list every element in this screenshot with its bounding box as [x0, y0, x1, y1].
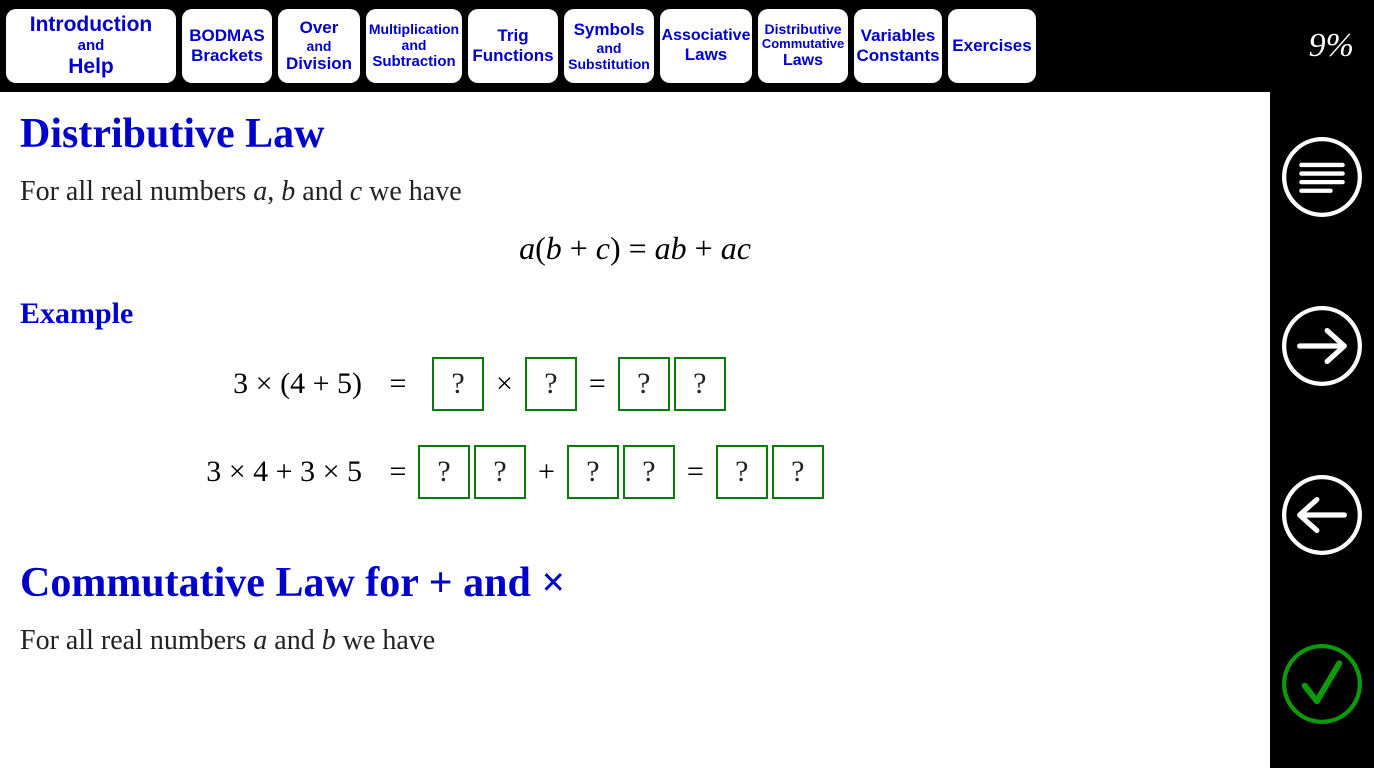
text: and [267, 625, 321, 656]
tab-bodmas-brackets[interactable]: BODMAS Brackets [182, 9, 272, 83]
tab-label: Substitution [568, 56, 650, 72]
back-button[interactable] [1270, 430, 1374, 599]
progress-percent: 9% [1309, 27, 1366, 65]
arrow-left-icon [1279, 472, 1365, 558]
tab-label: Laws [783, 52, 823, 70]
equals: = [380, 367, 416, 401]
intro-text-2: For all real numbers a and b we have [20, 625, 1250, 657]
arrow-right-icon [1279, 303, 1365, 389]
times-op: × [496, 367, 513, 401]
answer-box[interactable]: ? [474, 445, 526, 499]
tab-label: Over [300, 18, 339, 38]
tab-variables-constants[interactable]: Variables Constants [854, 9, 942, 83]
answer-box[interactable]: ? [567, 445, 619, 499]
text: Commutative Law for [20, 560, 429, 606]
tab-label: Variables [861, 26, 936, 46]
lhs: 3 × 4 + 3 × 5 [160, 455, 380, 489]
right-sidebar [1270, 92, 1374, 768]
menu-lines-icon [1279, 134, 1365, 220]
example-row-2: 3 × 4 + 3 × 5 = ? ? + ? ? = ? ? [160, 445, 1250, 499]
equals: = [380, 455, 416, 489]
var-b: b [281, 176, 295, 207]
tab-label: Constants [856, 46, 939, 66]
tab-label: Commutative [762, 37, 844, 52]
tab-label: Help [68, 55, 114, 79]
tab-label: Associative [662, 27, 751, 45]
answer-box[interactable]: ? [618, 357, 670, 411]
tab-label: Brackets [191, 46, 263, 66]
section-title-distributive: Distributive Law [20, 110, 1250, 158]
tab-symbols-substitution[interactable]: Symbols and Substitution [564, 9, 654, 83]
top-tab-bar: Introduction and Help BODMAS Brackets Ov… [0, 0, 1374, 92]
text: For all real numbers [20, 625, 253, 656]
check-icon [1279, 641, 1365, 727]
answer-box[interactable]: ? [623, 445, 675, 499]
tab-label: Multiplication [369, 21, 459, 37]
var-c: c [350, 176, 362, 207]
tab-label: Subtraction [372, 53, 455, 70]
var-b: b [322, 625, 336, 656]
answer-box[interactable]: ? [418, 445, 470, 499]
answer-box[interactable]: ? [716, 445, 768, 499]
tab-label: and [78, 37, 105, 54]
equals: = [687, 455, 704, 489]
tab-exercises[interactable]: Exercises [948, 9, 1036, 83]
tab-label: and [402, 37, 427, 53]
lhs: 3 × (4 + 5) [160, 367, 380, 401]
example-row-1: 3 × (4 + 5) = ? × ? = ? ? [160, 357, 1250, 411]
tab-label: Exercises [952, 36, 1031, 56]
distributive-formula: a(b + c) = ab + ac [20, 230, 1250, 267]
answer-box[interactable]: ? [674, 357, 726, 411]
text: For all real numbers [20, 176, 253, 207]
content-area: Distributive Law For all real numbers a,… [0, 92, 1270, 768]
times-symbol: × [541, 560, 565, 606]
tab-label: and [597, 40, 622, 56]
tab-label: BODMAS [189, 26, 265, 46]
tab-label: Introduction [30, 13, 152, 37]
plus-symbol: + [429, 560, 453, 606]
text: and [295, 176, 349, 207]
var-a: a [253, 625, 267, 656]
answer-box[interactable]: ? [525, 357, 577, 411]
text: and [453, 560, 542, 606]
next-button[interactable] [1270, 261, 1374, 430]
tab-multiplication-subtraction[interactable]: Multiplication and Subtraction [366, 9, 462, 83]
var-a: a [253, 176, 267, 207]
text: we have [362, 176, 462, 207]
section-title-commutative: Commutative Law for + and × [20, 559, 1250, 607]
tab-label: Distributive [765, 21, 842, 37]
tab-label: Symbols [574, 20, 645, 40]
tab-label: Trig [497, 26, 528, 46]
tab-associative-laws[interactable]: Associative Laws [660, 9, 752, 83]
tab-trig-functions[interactable]: Trig Functions [468, 9, 558, 83]
text: we have [336, 625, 436, 656]
tab-label: Laws [685, 45, 728, 65]
tab-introduction[interactable]: Introduction and Help [6, 9, 176, 83]
text: , [267, 176, 281, 207]
tab-over-division[interactable]: Over and Division [278, 9, 360, 83]
tab-label: Functions [472, 46, 553, 66]
example-label: Example [20, 297, 1250, 331]
answer-box[interactable]: ? [432, 357, 484, 411]
menu-button[interactable] [1270, 92, 1374, 261]
plus-op: + [538, 455, 555, 489]
tab-label: and [307, 38, 332, 54]
tab-label: Division [286, 54, 352, 74]
tab-distributive-commutative-laws[interactable]: Distributive Commutative Laws [758, 9, 848, 83]
check-button[interactable] [1270, 599, 1374, 768]
intro-text: For all real numbers a, b and c we have [20, 176, 1250, 208]
equals: = [589, 367, 606, 401]
answer-box[interactable]: ? [772, 445, 824, 499]
